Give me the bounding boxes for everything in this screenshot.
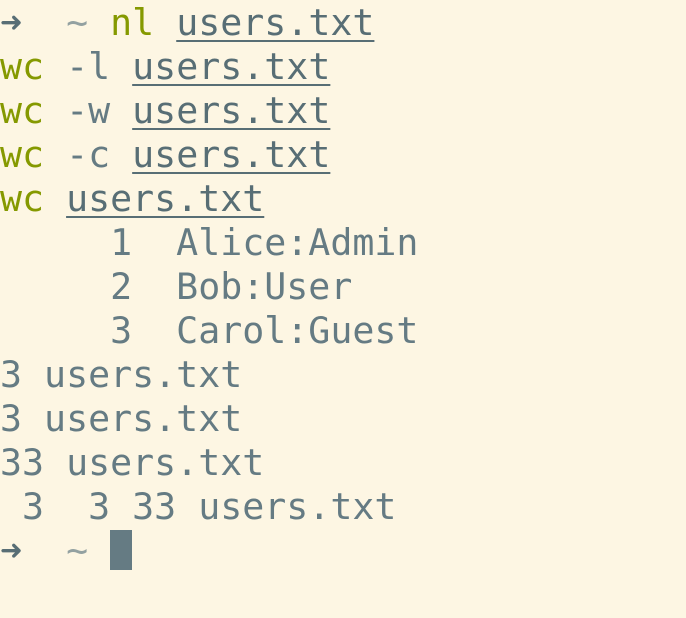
terminal-window[interactable]: ➜ ~ nl users.txt wc -l users.txt wc -w u… — [0, 0, 686, 618]
output-line: 1 Alice:Admin — [0, 221, 419, 264]
command-flag: -w — [66, 89, 111, 132]
file-argument[interactable]: users.txt — [66, 177, 264, 220]
command-name: wc — [0, 45, 45, 88]
command-name: wc — [0, 133, 45, 176]
active-prompt-line[interactable]: ➜ ~ — [0, 529, 686, 573]
output-line: 3 3 33 users.txt — [0, 485, 397, 528]
output-line: 2 Bob:User — [0, 265, 353, 308]
file-argument[interactable]: users.txt — [132, 89, 330, 132]
output-line: 3 users.txt — [0, 353, 243, 396]
prompt-arrow-icon: ➜ — [0, 529, 23, 572]
command-flag: -l — [66, 45, 111, 88]
command-name: nl — [110, 1, 155, 44]
command-name: wc — [0, 177, 45, 220]
command-line: wc -c users.txt — [0, 133, 686, 177]
output-line: 3 users.txt — [0, 397, 243, 440]
command-name: wc — [0, 89, 45, 132]
command-line: wc -l users.txt — [0, 45, 686, 89]
command-flag: -c — [66, 133, 111, 176]
prompt-directory: ~ — [66, 529, 89, 572]
output-line: 33 users.txt — [0, 441, 265, 484]
prompt-arrow-icon: ➜ — [0, 1, 23, 44]
command-line: wc users.txt — [0, 177, 686, 221]
output-line: 3 Carol:Guest — [0, 309, 419, 352]
prompt-directory: ~ — [66, 1, 89, 44]
file-argument[interactable]: users.txt — [132, 133, 330, 176]
prompt-line: ➜ ~ nl users.txt — [0, 1, 686, 45]
text-cursor[interactable] — [110, 530, 133, 570]
file-argument[interactable]: users.txt — [176, 1, 374, 44]
file-argument[interactable]: users.txt — [132, 45, 330, 88]
command-line: wc -w users.txt — [0, 89, 686, 133]
